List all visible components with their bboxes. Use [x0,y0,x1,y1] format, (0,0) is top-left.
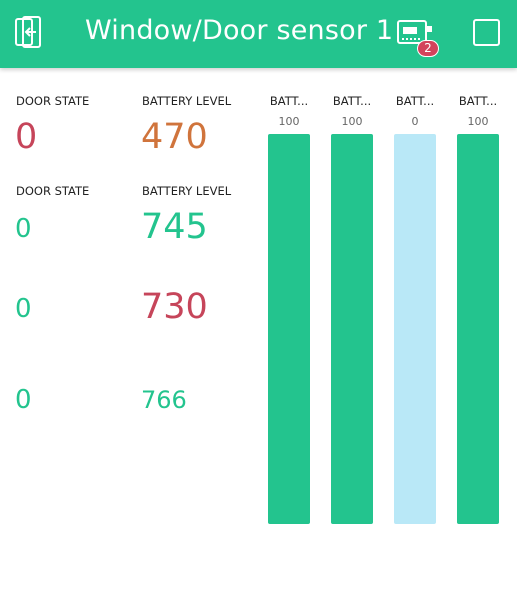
battery-gauge [457,134,499,524]
gauge-value: 100 [278,115,300,128]
battery-level-value: 730 [141,287,208,327]
exit-icon[interactable] [12,16,44,54]
gauge-value: 100 [467,115,489,128]
gauge-fill [268,134,310,524]
door-state-value: 0 [15,294,32,324]
door-state-value: 0 [15,117,38,157]
gauge-value: 0 [411,115,419,128]
gauge-value: 100 [341,115,363,128]
page-title: Window/Door sensor 1 [85,15,394,46]
door-state-value: 0 [15,385,32,415]
battery-level-label: BATTERY LEVEL [142,184,232,198]
battery-level-value: 745 [141,207,208,247]
door-state-label: DOOR STATE [16,184,90,198]
gauge-fill [457,134,499,524]
gauge-fill [331,134,373,524]
battery-level-value: 470 [141,117,208,157]
battery-gauge [331,134,373,524]
square-icon[interactable] [473,19,500,46]
battery-level-label: BATTERY LEVEL [142,94,232,108]
battery-gauge [394,134,436,524]
door-state-label: DOOR STATE [16,94,90,108]
battery-level-value: 766 [141,386,187,414]
battery-gauge [268,134,310,524]
gauge-label: BATT... [332,94,372,108]
gauge-label: BATT... [395,94,435,108]
app-header: Window/Door sensor 1 2 [0,0,517,68]
gauge-label: BATT... [269,94,309,108]
door-state-value: 0 [15,214,32,244]
gauge-label: BATT... [458,94,498,108]
device-badge: 2 [417,40,439,57]
